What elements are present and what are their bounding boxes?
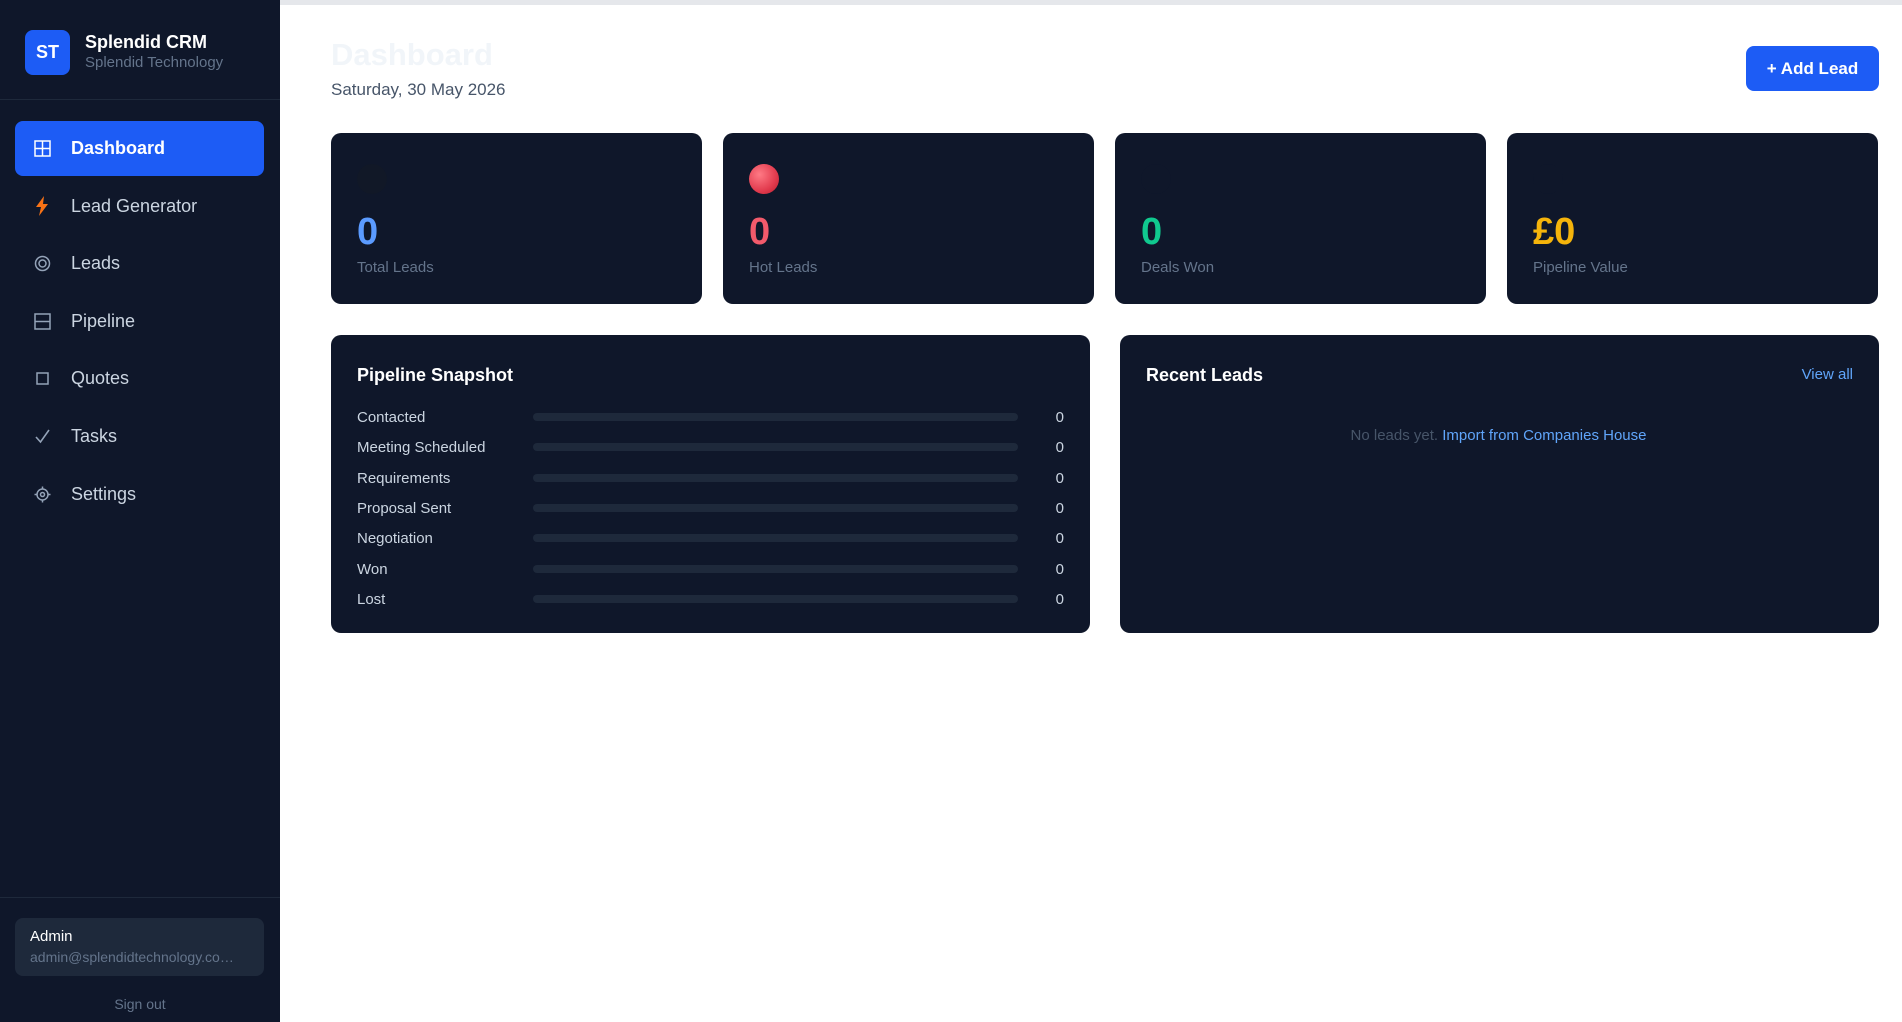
pipeline-stage-label: Negotiation — [357, 530, 433, 548]
pipeline-stage-count: 0 — [1055, 499, 1064, 517]
pipeline-stage-label: Won — [357, 560, 388, 578]
gear-icon — [33, 485, 51, 503]
sidebar-item-quotes[interactable]: Quotes — [15, 351, 264, 406]
pipeline-stage-row: Proposal Sent 0 — [357, 493, 1064, 523]
stat-label: Total Leads — [357, 259, 434, 276]
user-card[interactable]: Admin admin@splendidtechnology.co… — [15, 918, 264, 976]
stat-value: 0 — [357, 211, 379, 253]
user-email: admin@splendidtechnology.co… — [30, 949, 234, 965]
pipeline-stage-row: Lost 0 — [357, 584, 1064, 614]
pipeline-stage-bar — [533, 534, 1018, 543]
pipeline-stage-count: 0 — [1055, 439, 1064, 457]
sidebar-item-dashboard[interactable]: Dashboard — [15, 121, 264, 176]
stat-value: £0 — [1533, 211, 1576, 253]
panel-title: Recent Leads — [1146, 365, 1264, 385]
empty-state: No leads yet. Import from Companies Hous… — [1120, 427, 1877, 444]
add-lead-button[interactable]: + Add Lead — [1746, 46, 1879, 91]
pipeline-stage-count: 0 — [1055, 590, 1064, 608]
pipeline-stage-count: 0 — [1055, 469, 1064, 487]
sidebar-item-label: Tasks — [71, 425, 118, 446]
pipeline-stage-label: Requirements — [357, 469, 451, 487]
stat-value: 0 — [749, 211, 771, 253]
sidebar-item-label: Leads — [71, 253, 121, 274]
sidebar-item-label: Dashboard — [71, 138, 166, 158]
hot-circle-icon — [749, 164, 779, 194]
pipeline-stage-row: Requirements 0 — [357, 463, 1064, 493]
pipeline-stage-bar — [533, 413, 1018, 421]
sidebar-item-lead-generator[interactable]: Lead Generator — [15, 179, 264, 234]
sidebar-item-settings[interactable]: Settings — [15, 467, 264, 522]
grid-icon — [33, 140, 51, 158]
trophy-icon — [1141, 164, 1171, 194]
lightning-icon — [33, 196, 51, 217]
page-title: Dashboard — [331, 37, 493, 72]
view-all-link[interactable]: View all — [1802, 366, 1853, 383]
brand-title: Splendid CRM — [85, 32, 207, 52]
pipeline-stage-bar — [533, 473, 1018, 482]
top-border — [280, 0, 1902, 5]
pipeline-stage-row: Won 0 — [357, 554, 1064, 584]
user-name: Admin — [30, 928, 73, 945]
sidebar-item-label: Quotes — [71, 368, 130, 389]
stat-card-deals-won: 0 Deals Won — [1115, 133, 1486, 304]
sidebar-item-pipeline[interactable]: Pipeline — [15, 294, 264, 349]
money-icon — [1533, 164, 1563, 194]
pipeline-stage-row: Negotiation 0 — [357, 523, 1064, 553]
checkmark-icon — [33, 427, 51, 445]
sidebar-item-label: Settings — [71, 483, 137, 504]
recent-leads-panel: Recent Leads View all No leads yet. Impo… — [1120, 335, 1879, 633]
pipeline-stage-count: 0 — [1055, 560, 1064, 578]
pipeline-stage-bar — [533, 564, 1018, 573]
stat-label: Hot Leads — [749, 259, 818, 276]
stat-card-pipeline-value: £0 Pipeline Value — [1507, 133, 1878, 304]
brand-subtitle: Splendid Technology — [85, 54, 224, 71]
pipeline-stage-label: Lost — [357, 590, 386, 608]
pipeline-stage-row: Meeting Scheduled 0 — [357, 432, 1064, 462]
page-date: Saturday, 30 May 2026 — [331, 80, 506, 99]
brand-logo: ST — [25, 30, 70, 75]
empty-text: No leads yet. — [1350, 427, 1439, 444]
panel-title: Pipeline Snapshot — [357, 365, 514, 385]
sidebar-item-label: Pipeline — [71, 310, 136, 331]
stat-label: Deals Won — [1141, 259, 1215, 276]
pipeline-stage-label: Proposal Sent — [357, 499, 452, 517]
stat-label: Pipeline Value — [1533, 259, 1628, 276]
columns-icon — [33, 312, 51, 330]
import-companies-house-link[interactable]: Import from Companies House — [1442, 427, 1646, 444]
brand-header: ST Splendid CRM Splendid Technology — [0, 0, 280, 100]
sidebar-item-label: Lead Generator — [71, 195, 198, 216]
sign-out-link[interactable]: Sign out — [0, 996, 280, 1012]
people-icon — [357, 164, 387, 194]
pipeline-stage-bar — [533, 503, 1018, 512]
pipeline-stage-row: Contacted 0 — [357, 402, 1064, 432]
square-icon — [33, 370, 51, 388]
sidebar-nav: Dashboard Lead Generator Leads Pipeline … — [15, 121, 264, 524]
pipeline-stage-label: Contacted — [357, 409, 426, 426]
sidebar: ST Splendid CRM Splendid Technology Dash… — [0, 0, 280, 1022]
pipeline-stage-count: 0 — [1055, 409, 1064, 426]
pipeline-stage-count: 0 — [1055, 530, 1064, 548]
stat-value: 0 — [1141, 211, 1163, 253]
divider — [0, 897, 280, 898]
stat-card-total-leads: 0 Total Leads — [331, 133, 702, 304]
sidebar-item-tasks[interactable]: Tasks — [15, 409, 264, 464]
pipeline-snapshot-panel: Pipeline Snapshot Contacted 0 Meeting Sche… — [331, 335, 1090, 633]
pipeline-stage-label: Meeting Scheduled — [357, 439, 486, 457]
pipeline-stage-bar — [533, 594, 1018, 603]
target-icon — [33, 255, 51, 273]
stat-card-hot-leads: 0 Hot Leads — [723, 133, 1094, 304]
sidebar-item-leads[interactable]: Leads — [15, 236, 264, 291]
pipeline-stage-bar — [533, 443, 1018, 452]
